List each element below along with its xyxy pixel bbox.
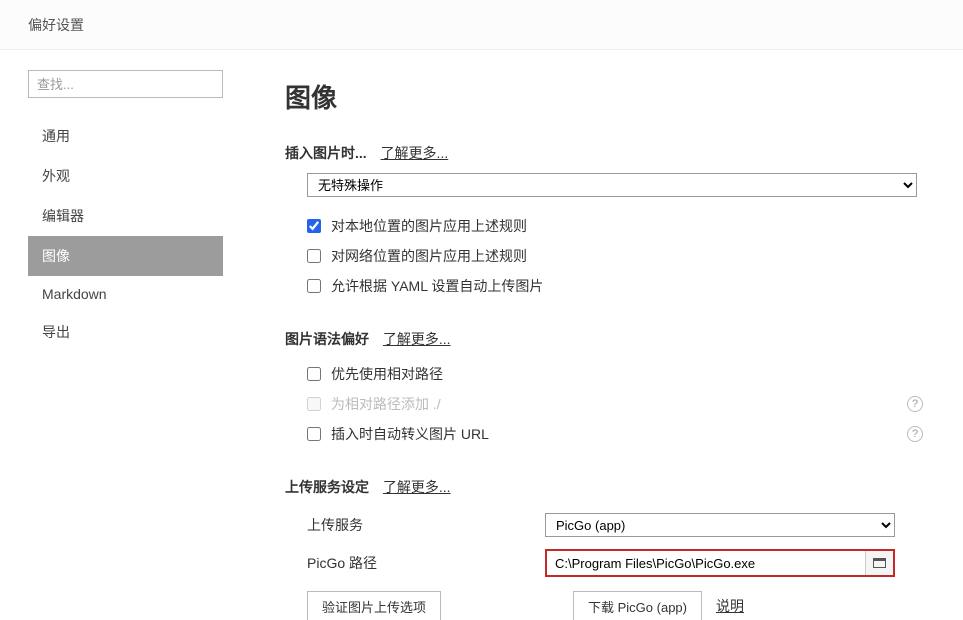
page-title: 图像: [285, 78, 927, 115]
picgo-path-group: [545, 549, 895, 577]
cb-allow-yaml-upload[interactable]: [307, 279, 321, 293]
sidebar-item-general[interactable]: 通用: [28, 116, 223, 156]
cb-allow-yaml-upload-label: 允许根据 YAML 设置自动上传图片: [331, 276, 543, 296]
section-insert-header: 插入图片时... 了解更多...: [285, 143, 927, 163]
cb-prefer-relative-label: 优先使用相对路径: [331, 364, 443, 384]
insert-action-select[interactable]: 无特殊操作: [307, 173, 917, 197]
download-picgo-button[interactable]: 下载 PicGo (app): [573, 591, 702, 620]
cb-apply-network[interactable]: [307, 249, 321, 263]
sidebar-item-appearance[interactable]: 外观: [28, 156, 223, 196]
section-syntax-header: 图片语法偏好 了解更多...: [285, 329, 927, 349]
cb-prefer-relative[interactable]: [307, 367, 321, 381]
upload-service-label: 上传服务: [307, 515, 545, 535]
sidebar-item-image[interactable]: 图像: [28, 236, 223, 276]
section-upload: 上传服务设定 了解更多... 上传服务 PicGo (app) PicGo 路径: [285, 477, 927, 620]
picgo-path-label: PicGo 路径: [307, 553, 545, 573]
sidebar-nav: 通用 外观 编辑器 图像 Markdown 导出: [28, 116, 225, 352]
cb-escape-url-label: 插入时自动转义图片 URL: [331, 424, 489, 444]
cb-escape-url[interactable]: [307, 427, 321, 441]
validate-upload-button[interactable]: 验证图片上传选项: [307, 591, 441, 620]
learn-more-syntax[interactable]: 了解更多...: [383, 331, 451, 347]
upload-service-select[interactable]: PicGo (app): [545, 513, 895, 537]
window-title: 偏好设置: [28, 15, 84, 35]
search-input[interactable]: [28, 70, 223, 98]
sidebar-item-markdown[interactable]: Markdown: [28, 276, 223, 312]
cb-add-dot-slash: [307, 397, 321, 411]
section-syntax: 图片语法偏好 了解更多... 优先使用相对路径 为相对路径添加 ./ ? 插入时…: [285, 329, 927, 449]
sidebar: 通用 外观 编辑器 图像 Markdown 导出: [0, 50, 225, 620]
cb-apply-local[interactable]: [307, 219, 321, 233]
cb-apply-network-label: 对网络位置的图片应用上述规则: [331, 246, 527, 266]
learn-more-insert[interactable]: 了解更多...: [381, 145, 449, 161]
main-panel: 图像 插入图片时... 了解更多... 无特殊操作 对本地位置的图片应用上述规则…: [225, 50, 963, 620]
help-icon[interactable]: ?: [907, 396, 923, 412]
sidebar-item-editor[interactable]: 编辑器: [28, 196, 223, 236]
sidebar-item-export[interactable]: 导出: [28, 312, 223, 352]
titlebar: 偏好设置: [0, 0, 963, 50]
browse-button[interactable]: [865, 551, 893, 575]
section-upload-title: 上传服务设定: [285, 479, 369, 495]
folder-icon: [873, 558, 886, 568]
section-upload-header: 上传服务设定 了解更多...: [285, 477, 927, 497]
section-insert-title: 插入图片时...: [285, 145, 367, 161]
cb-add-dot-slash-label: 为相对路径添加 ./: [331, 394, 441, 414]
learn-more-upload[interactable]: 了解更多...: [383, 479, 451, 495]
help-icon[interactable]: ?: [907, 426, 923, 442]
section-syntax-title: 图片语法偏好: [285, 331, 369, 347]
picgo-path-input[interactable]: [547, 551, 865, 575]
section-insert: 插入图片时... 了解更多... 无特殊操作 对本地位置的图片应用上述规则 对网…: [285, 143, 927, 301]
cb-apply-local-label: 对本地位置的图片应用上述规则: [331, 216, 527, 236]
help-link[interactable]: 说明: [716, 596, 744, 616]
